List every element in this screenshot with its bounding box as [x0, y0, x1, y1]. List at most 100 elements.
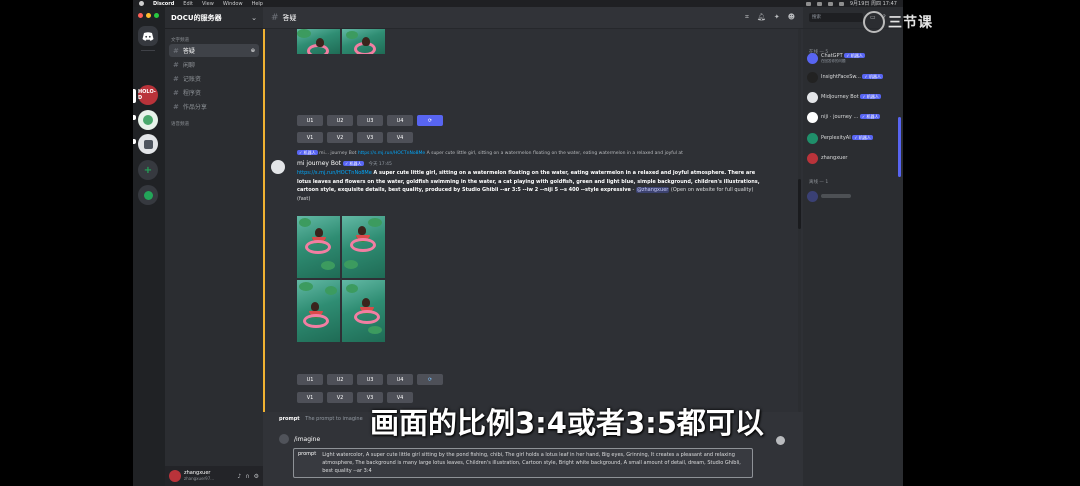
- wifi-icon[interactable]: [838, 1, 844, 6]
- member-item[interactable]: zhangxuer: [807, 151, 847, 165]
- variation-button[interactable]: V3: [357, 132, 383, 143]
- explore-servers-icon[interactable]: [138, 185, 158, 205]
- menubar-window[interactable]: Window: [223, 1, 243, 7]
- member-item[interactable]: niji · journey ... ✓ 机器人: [807, 110, 881, 124]
- user-controls: ♪ ∩ ⚙: [237, 473, 259, 480]
- close-window-icon[interactable]: [138, 13, 143, 18]
- emoji-icon[interactable]: [776, 436, 785, 445]
- server-icon-leaf[interactable]: [138, 110, 158, 130]
- upscale-button[interactable]: U3: [357, 374, 383, 385]
- prompt-link[interactable]: https://s.mj.run/HOCTnNo8Me: [297, 170, 372, 176]
- reply-link[interactable]: https://s.mj.run/HOCTnNo8Me: [358, 151, 425, 156]
- user-names[interactable]: zhangxuer zhangxuer97...: [184, 470, 214, 482]
- bot-tag: ✓ 机器人: [852, 135, 873, 140]
- upscale-button[interactable]: U3: [357, 115, 383, 126]
- avatar: [807, 152, 818, 164]
- minimize-window-icon[interactable]: [146, 13, 151, 18]
- variation-button[interactable]: V2: [327, 132, 353, 143]
- image-tile[interactable]: [297, 280, 340, 342]
- menubar-app-name[interactable]: Discord: [153, 1, 174, 7]
- status-icon[interactable]: [816, 1, 822, 6]
- slash-command[interactable]: /imagine: [294, 436, 320, 443]
- menubar-view[interactable]: View: [202, 1, 214, 7]
- apple-icon[interactable]: [139, 1, 144, 6]
- menubar-clock[interactable]: 9月19日 周四 17:47: [850, 0, 897, 7]
- channel-item-答疑[interactable]: # 答疑 ⊕: [169, 44, 259, 57]
- upscale-button[interactable]: U1: [297, 115, 323, 126]
- upscale-button[interactable]: U2: [327, 115, 353, 126]
- hash-icon: #: [271, 12, 279, 23]
- menubar-edit[interactable]: Edit: [183, 1, 193, 7]
- category-voice-channels[interactable]: 语音频道: [165, 121, 263, 127]
- prompt-input[interactable]: prompt Light watercolor, A super cute li…: [293, 448, 753, 478]
- channel-label: 闲聊: [182, 62, 195, 69]
- variation-button[interactable]: V1: [297, 132, 323, 143]
- avatar[interactable]: [271, 160, 285, 174]
- channel-item-程序资[interactable]: # 程序资: [169, 86, 259, 99]
- threads-icon[interactable]: ⌗: [745, 13, 749, 22]
- image-grid-previous[interactable]: [297, 29, 385, 81]
- menubar-status-area: 9月19日 周四 17:47: [805, 0, 897, 7]
- add-server-icon[interactable]: +: [138, 160, 158, 180]
- maximize-window-icon[interactable]: [154, 13, 159, 18]
- member-item[interactable]: ChatGPT ✓ 机器人 在回答你的问题: [807, 51, 865, 65]
- member-item-offline[interactable]: [807, 189, 851, 203]
- search-input[interactable]: 搜索: [809, 13, 863, 22]
- prompt-value[interactable]: Light watercolor, A super cute little gi…: [322, 451, 748, 475]
- variation-button[interactable]: V4: [387, 132, 413, 143]
- image-tile[interactable]: [342, 29, 385, 54]
- user-mention[interactable]: @zhangxuer: [635, 187, 670, 193]
- upscale-button[interactable]: U4: [387, 374, 413, 385]
- scrollbar-thumb[interactable]: [798, 179, 801, 229]
- member-list: 搜索 ▭ ? 在线 — 5 ChatGPT ✓ 机器人 在回答你的问题 Insig…: [803, 7, 903, 486]
- member-item[interactable]: PerplexityAI ✓ 机器人: [807, 131, 873, 145]
- members-icon[interactable]: ☻: [788, 13, 795, 22]
- channel-item-记账资[interactable]: # 记账资: [169, 72, 259, 85]
- reply-author: mi... journey Bot: [319, 151, 357, 156]
- add-member-icon[interactable]: ⊕: [251, 48, 255, 54]
- upscale-button[interactable]: U2: [327, 374, 353, 385]
- status-icon[interactable]: [805, 1, 811, 6]
- image-grid[interactable]: [297, 216, 385, 342]
- bell-icon[interactable]: 🔔︎: [757, 13, 766, 22]
- settings-gear-icon[interactable]: ⚙: [254, 473, 259, 480]
- microphone-icon[interactable]: ♪: [237, 473, 241, 480]
- reroll-button[interactable]: ⟳: [417, 115, 443, 126]
- pin-icon[interactable]: ✦: [774, 13, 780, 22]
- upscale-button[interactable]: U1: [297, 374, 323, 385]
- reroll-button[interactable]: ⟳: [417, 374, 443, 385]
- category-text-channels[interactable]: 文字频道: [165, 37, 263, 43]
- server-header[interactable]: DOCU的服务器 ⌄: [165, 7, 263, 29]
- avatar: [807, 190, 818, 202]
- image-tile[interactable]: [342, 216, 385, 278]
- upscale-button[interactable]: U4: [387, 115, 413, 126]
- status-icon[interactable]: [827, 1, 833, 6]
- channel-label: 作品分享: [182, 104, 207, 111]
- message-scrollbar[interactable]: [798, 29, 801, 412]
- channel-item-作品分享[interactable]: # 作品分享: [169, 100, 259, 113]
- server-icon-bot[interactable]: [138, 134, 158, 154]
- avatar[interactable]: [169, 470, 181, 482]
- member-item[interactable]: Midjourney Bot ✓ 机器人: [807, 90, 881, 104]
- upscale-row-previous: U1 U2 U3 U4 ⟳: [297, 115, 443, 126]
- menubar-help[interactable]: Help: [252, 1, 263, 7]
- image-tile[interactable]: [297, 216, 340, 278]
- member-item[interactable]: InsightFaceSw... ✓ 机器人: [807, 70, 884, 84]
- brand-logo-icon: [863, 11, 885, 33]
- image-tile[interactable]: [342, 280, 385, 342]
- channel-item-闲聊[interactable]: # 闲聊: [169, 58, 259, 71]
- member-scrollbar[interactable]: [898, 117, 901, 177]
- discord-home-icon[interactable]: [138, 26, 158, 46]
- message-author[interactable]: mi journey Bot: [297, 160, 341, 167]
- channel-label: 答疑: [182, 48, 195, 55]
- variation-button[interactable]: V1: [297, 392, 323, 403]
- bot-tag: ✓ 机器人: [860, 94, 881, 99]
- server-indicator: [133, 115, 136, 120]
- image-tile[interactable]: [297, 29, 340, 54]
- headphones-icon[interactable]: ∩: [245, 473, 249, 480]
- channel-title: 答疑: [282, 13, 297, 22]
- server-icon-holo[interactable]: HOLO-D: [138, 85, 158, 105]
- reply-preview[interactable]: ✓ 机器人 mi... journey Bot https://s.mj.run…: [297, 150, 683, 156]
- option-name[interactable]: prompt: [279, 416, 300, 422]
- variation-button[interactable]: V2: [327, 392, 353, 403]
